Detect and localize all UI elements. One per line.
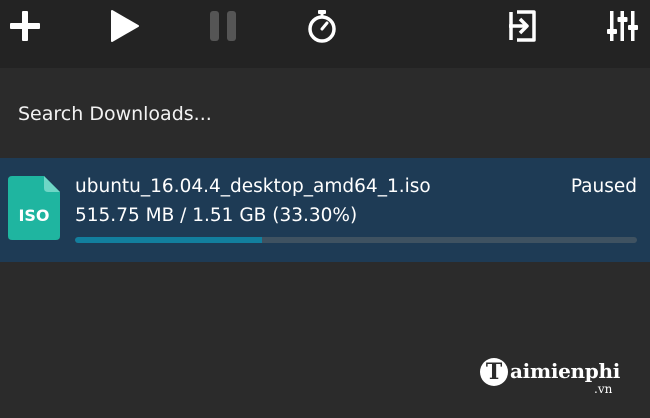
watermark-text: aimienphi	[510, 359, 621, 383]
watermark-suffix: .vn	[594, 382, 613, 396]
resume-button[interactable]	[104, 6, 144, 46]
watermark-logo: T aimienphi .vn	[480, 358, 630, 398]
file-type-label: ISO	[18, 206, 49, 225]
status-label: Paused	[570, 176, 637, 197]
sliders-icon	[607, 11, 638, 41]
import-button[interactable]	[502, 6, 542, 46]
settings-button[interactable]	[602, 6, 642, 46]
stopwatch-icon	[308, 10, 336, 43]
plus-icon	[10, 11, 40, 41]
pause-button[interactable]	[203, 6, 243, 46]
pause-icon	[210, 11, 236, 41]
file-size-progress-text: 515.75 MB / 1.51 GB (33.30%)	[75, 205, 358, 226]
play-icon	[111, 10, 139, 42]
import-icon	[509, 10, 536, 42]
progress-fill	[75, 237, 263, 243]
search-input[interactable]	[18, 100, 618, 128]
add-download-button[interactable]	[5, 6, 45, 46]
schedule-button[interactable]	[302, 6, 342, 46]
iso-file-icon: ISO	[8, 176, 60, 240]
toolbar	[0, 0, 650, 68]
watermark-initial: T	[480, 358, 508, 386]
progress-bar	[75, 237, 637, 243]
file-name: ubuntu_16.04.4_desktop_amd64_1.iso	[75, 176, 431, 197]
